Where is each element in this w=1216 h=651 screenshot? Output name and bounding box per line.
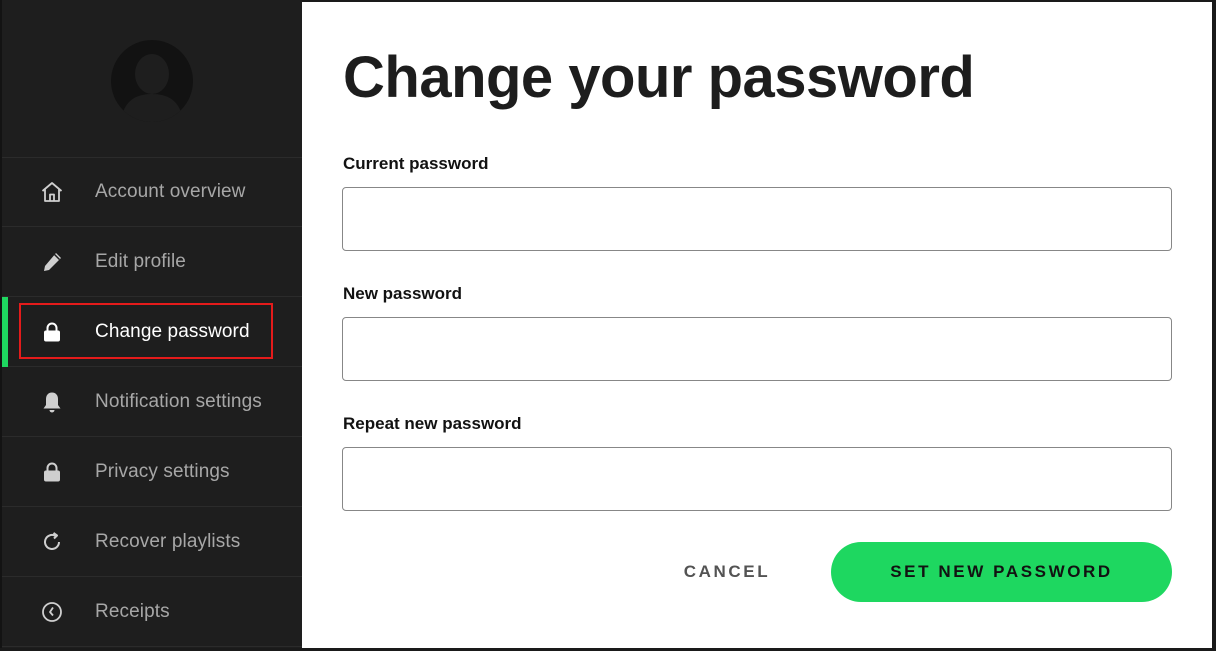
sidebar-item-label: Privacy settings bbox=[95, 461, 230, 482]
avatar bbox=[111, 40, 193, 122]
bell-icon bbox=[40, 390, 64, 414]
repeat-password-input[interactable] bbox=[342, 447, 1172, 511]
sidebar-item-notification-settings[interactable]: Notification settings bbox=[2, 367, 302, 437]
current-password-input[interactable] bbox=[342, 187, 1172, 251]
new-password-input[interactable] bbox=[342, 317, 1172, 381]
lock-icon bbox=[40, 320, 64, 344]
sidebar-item-label: Edit profile bbox=[95, 251, 186, 272]
sidebar-nav: Account overview Edit profile Change pas… bbox=[2, 157, 302, 647]
avatar-section bbox=[2, 0, 302, 158]
home-icon bbox=[40, 180, 64, 204]
sidebar-item-label: Account overview bbox=[95, 181, 246, 202]
pencil-icon bbox=[40, 250, 64, 274]
sidebar-item-edit-profile[interactable]: Edit profile bbox=[2, 227, 302, 297]
sidebar-item-privacy-settings[interactable]: Privacy settings bbox=[2, 437, 302, 507]
sidebar-item-label: Recover playlists bbox=[95, 531, 241, 552]
sidebar-item-recover-playlists[interactable]: Recover playlists bbox=[2, 507, 302, 577]
active-indicator bbox=[2, 297, 8, 367]
main-content: Change your password Current password Ne… bbox=[302, 2, 1212, 648]
cancel-button[interactable]: CANCEL bbox=[657, 542, 797, 602]
sidebar: Account overview Edit profile Change pas… bbox=[0, 0, 302, 651]
page-title: Change your password bbox=[343, 45, 975, 110]
sidebar-item-label: Change password bbox=[95, 321, 250, 342]
sidebar-item-label: Receipts bbox=[95, 601, 170, 622]
sidebar-item-change-password[interactable]: Change password bbox=[2, 297, 302, 367]
sidebar-item-receipts[interactable]: Receipts bbox=[2, 577, 302, 647]
window-frame-right bbox=[1212, 0, 1216, 651]
clock-icon bbox=[40, 600, 64, 624]
sidebar-item-label: Notification settings bbox=[95, 391, 262, 412]
lock-icon bbox=[40, 460, 64, 484]
user-silhouette-icon bbox=[121, 54, 183, 122]
refresh-icon bbox=[40, 530, 64, 554]
current-password-label: Current password bbox=[343, 154, 489, 173]
set-new-password-button[interactable]: SET NEW PASSWORD bbox=[831, 542, 1172, 602]
sidebar-item-account-overview[interactable]: Account overview bbox=[2, 157, 302, 227]
repeat-password-label: Repeat new password bbox=[343, 414, 522, 433]
new-password-label: New password bbox=[343, 284, 463, 303]
